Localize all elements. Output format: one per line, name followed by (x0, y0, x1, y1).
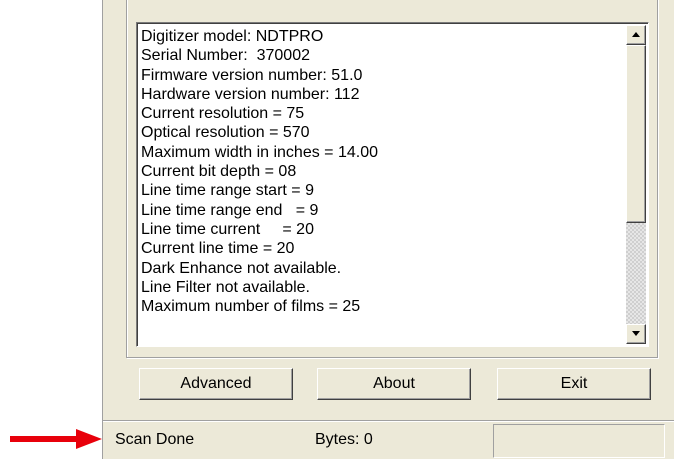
info-line: Line time range start = 9 (141, 182, 314, 200)
info-line: Optical resolution = 570 (141, 124, 310, 142)
info-line: Maximum number of films = 25 (141, 298, 361, 316)
info-line: Hardware version number: 112 (141, 85, 360, 103)
status-text: Scan Done (115, 431, 195, 448)
triangle-down-icon (632, 331, 640, 336)
triangle-up-icon (632, 32, 640, 37)
info-line: Firmware version number: 51.0 (141, 66, 363, 84)
digitizer-info-list[interactable]: Digitizer model: NDTPRO Serial Number: 37… (136, 22, 649, 347)
info-line: Serial Number: 370002 (141, 47, 310, 65)
exit-button[interactable]: Exit (497, 368, 651, 400)
status-pane (493, 424, 665, 458)
vertical-scrollbar[interactable] (626, 25, 646, 344)
info-line: Current line time = 20 (141, 240, 295, 258)
red-arrow-icon (10, 429, 102, 449)
bytes-count: Bytes: 0 (315, 431, 373, 448)
info-line: Dark Enhance not available. (141, 259, 342, 277)
info-line: Current resolution = 75 (141, 105, 305, 123)
info-line: Digitizer model: NDTPRO (141, 28, 324, 45)
info-line: Line time range end = 9 (141, 201, 319, 219)
info-lines: Digitizer model: NDTPRO Serial Number: 37… (141, 27, 619, 316)
info-line: Line time current = 20 (141, 220, 314, 238)
scroll-down-button[interactable] (626, 324, 646, 344)
status-bar: Scan Done Bytes: 0 (103, 420, 674, 460)
info-line: Maximum width in inches = 14.00 (141, 143, 378, 161)
scrollbar-thumb[interactable] (626, 45, 646, 223)
about-button[interactable]: About (317, 368, 471, 400)
digitizer-info-window: Digitizer model: NDTPRO Serial Number: 37… (102, 0, 674, 459)
advanced-button[interactable]: Advanced (139, 368, 293, 400)
info-line: Line Filter not available. (141, 278, 310, 296)
info-line: Current bit depth = 08 (141, 163, 297, 181)
scroll-up-button[interactable] (626, 25, 646, 45)
